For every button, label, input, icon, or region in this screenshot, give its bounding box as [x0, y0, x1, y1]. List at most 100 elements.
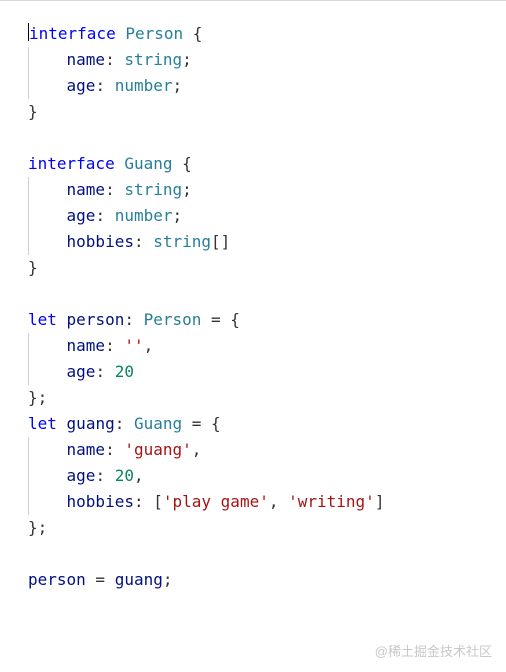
indent-guide: [28, 73, 29, 99]
code-token: 'play game': [163, 492, 269, 511]
code-token: person: [67, 310, 125, 329]
code-token: 20: [115, 362, 134, 381]
code-token: :: [134, 232, 153, 251]
code-line: age: number;: [28, 203, 506, 229]
watermark-text: @稀土掘金技术社区: [375, 641, 492, 660]
indent-guide: [28, 359, 29, 385]
code-token: =: [86, 570, 115, 589]
code-line: };: [28, 385, 506, 411]
code-token: ,: [144, 336, 154, 355]
code-token: = {: [182, 414, 221, 433]
code-token: }: [28, 258, 38, 277]
code-token: name: [67, 336, 106, 355]
code-token: Person: [144, 310, 202, 329]
code-token: {: [173, 154, 192, 173]
code-token: :: [95, 76, 114, 95]
code-token: : [: [134, 492, 163, 511]
code-token: []: [211, 232, 230, 251]
code-token: ,: [269, 492, 288, 511]
code-editor: interface Person { name: string; age: nu…: [0, 1, 506, 593]
code-token: Guang: [134, 414, 182, 433]
indent-guide: [28, 489, 29, 515]
code-token: string: [124, 50, 182, 69]
code-token: name: [67, 50, 106, 69]
indent-guide: [28, 437, 29, 463]
code-token: [115, 154, 125, 173]
indent-guide: [28, 229, 29, 255]
code-token: [57, 414, 67, 433]
code-token: guang: [115, 570, 163, 589]
code-line: [28, 281, 506, 307]
code-line: hobbies: ['play game', 'writing']: [28, 489, 506, 515]
code-token: guang: [67, 414, 115, 433]
code-token: ;: [173, 206, 183, 225]
text-cursor: [28, 23, 29, 41]
code-line: name: string;: [28, 47, 506, 73]
code-token: [57, 310, 67, 329]
code-line: name: '',: [28, 333, 506, 359]
code-line: [28, 541, 506, 567]
code-token: string: [153, 232, 211, 251]
code-token: person: [28, 570, 86, 589]
code-line: interface Person {: [28, 21, 506, 47]
code-token: Person: [125, 24, 183, 43]
indent-guide: [28, 177, 29, 203]
code-token: 'guang': [124, 440, 191, 459]
code-token: hobbies: [67, 492, 134, 511]
code-token: :: [124, 310, 143, 329]
code-line: };: [28, 515, 506, 541]
code-token: ,: [134, 466, 144, 485]
code-token: interface: [29, 24, 116, 43]
code-token: number: [115, 76, 173, 95]
code-line: name: 'guang',: [28, 437, 506, 463]
code-line: [28, 125, 506, 151]
code-token: :: [105, 336, 124, 355]
code-token: age: [67, 206, 96, 225]
code-line: interface Guang {: [28, 151, 506, 177]
indent-guide: [28, 333, 29, 359]
code-token: };: [28, 518, 47, 537]
code-token: :: [105, 180, 124, 199]
code-line: let guang: Guang = {: [28, 411, 506, 437]
code-token: '': [124, 336, 143, 355]
code-token: 20: [115, 466, 134, 485]
indent-guide: [28, 47, 29, 73]
code-token: :: [105, 440, 124, 459]
code-token: string: [124, 180, 182, 199]
code-token: {: [183, 24, 202, 43]
code-token: age: [67, 76, 96, 95]
code-line: let person: Person = {: [28, 307, 506, 333]
code-line: person = guang;: [28, 567, 506, 593]
code-token: name: [67, 180, 106, 199]
code-token: let: [28, 414, 57, 433]
code-token: :: [115, 414, 134, 433]
code-token: :: [95, 362, 114, 381]
code-token: ;: [182, 50, 192, 69]
code-line: age: 20: [28, 359, 506, 385]
code-token: number: [115, 206, 173, 225]
code-token: :: [95, 466, 114, 485]
code-line: age: number;: [28, 73, 506, 99]
code-token: interface: [28, 154, 115, 173]
code-line: }: [28, 99, 506, 125]
code-token: Guang: [124, 154, 172, 173]
code-token: ;: [182, 180, 192, 199]
code-token: ;: [173, 76, 183, 95]
code-token: [116, 24, 126, 43]
code-token: 'writing': [288, 492, 375, 511]
code-line: age: 20,: [28, 463, 506, 489]
code-token: name: [67, 440, 106, 459]
code-token: };: [28, 388, 47, 407]
code-token: ,: [192, 440, 202, 459]
code-line: }: [28, 255, 506, 281]
code-token: age: [67, 466, 96, 485]
code-token: = {: [201, 310, 240, 329]
code-token: :: [95, 206, 114, 225]
code-token: hobbies: [67, 232, 134, 251]
code-token: age: [67, 362, 96, 381]
code-token: ]: [375, 492, 385, 511]
code-line: hobbies: string[]: [28, 229, 506, 255]
code-token: ;: [163, 570, 173, 589]
code-token: :: [105, 50, 124, 69]
code-token: let: [28, 310, 57, 329]
